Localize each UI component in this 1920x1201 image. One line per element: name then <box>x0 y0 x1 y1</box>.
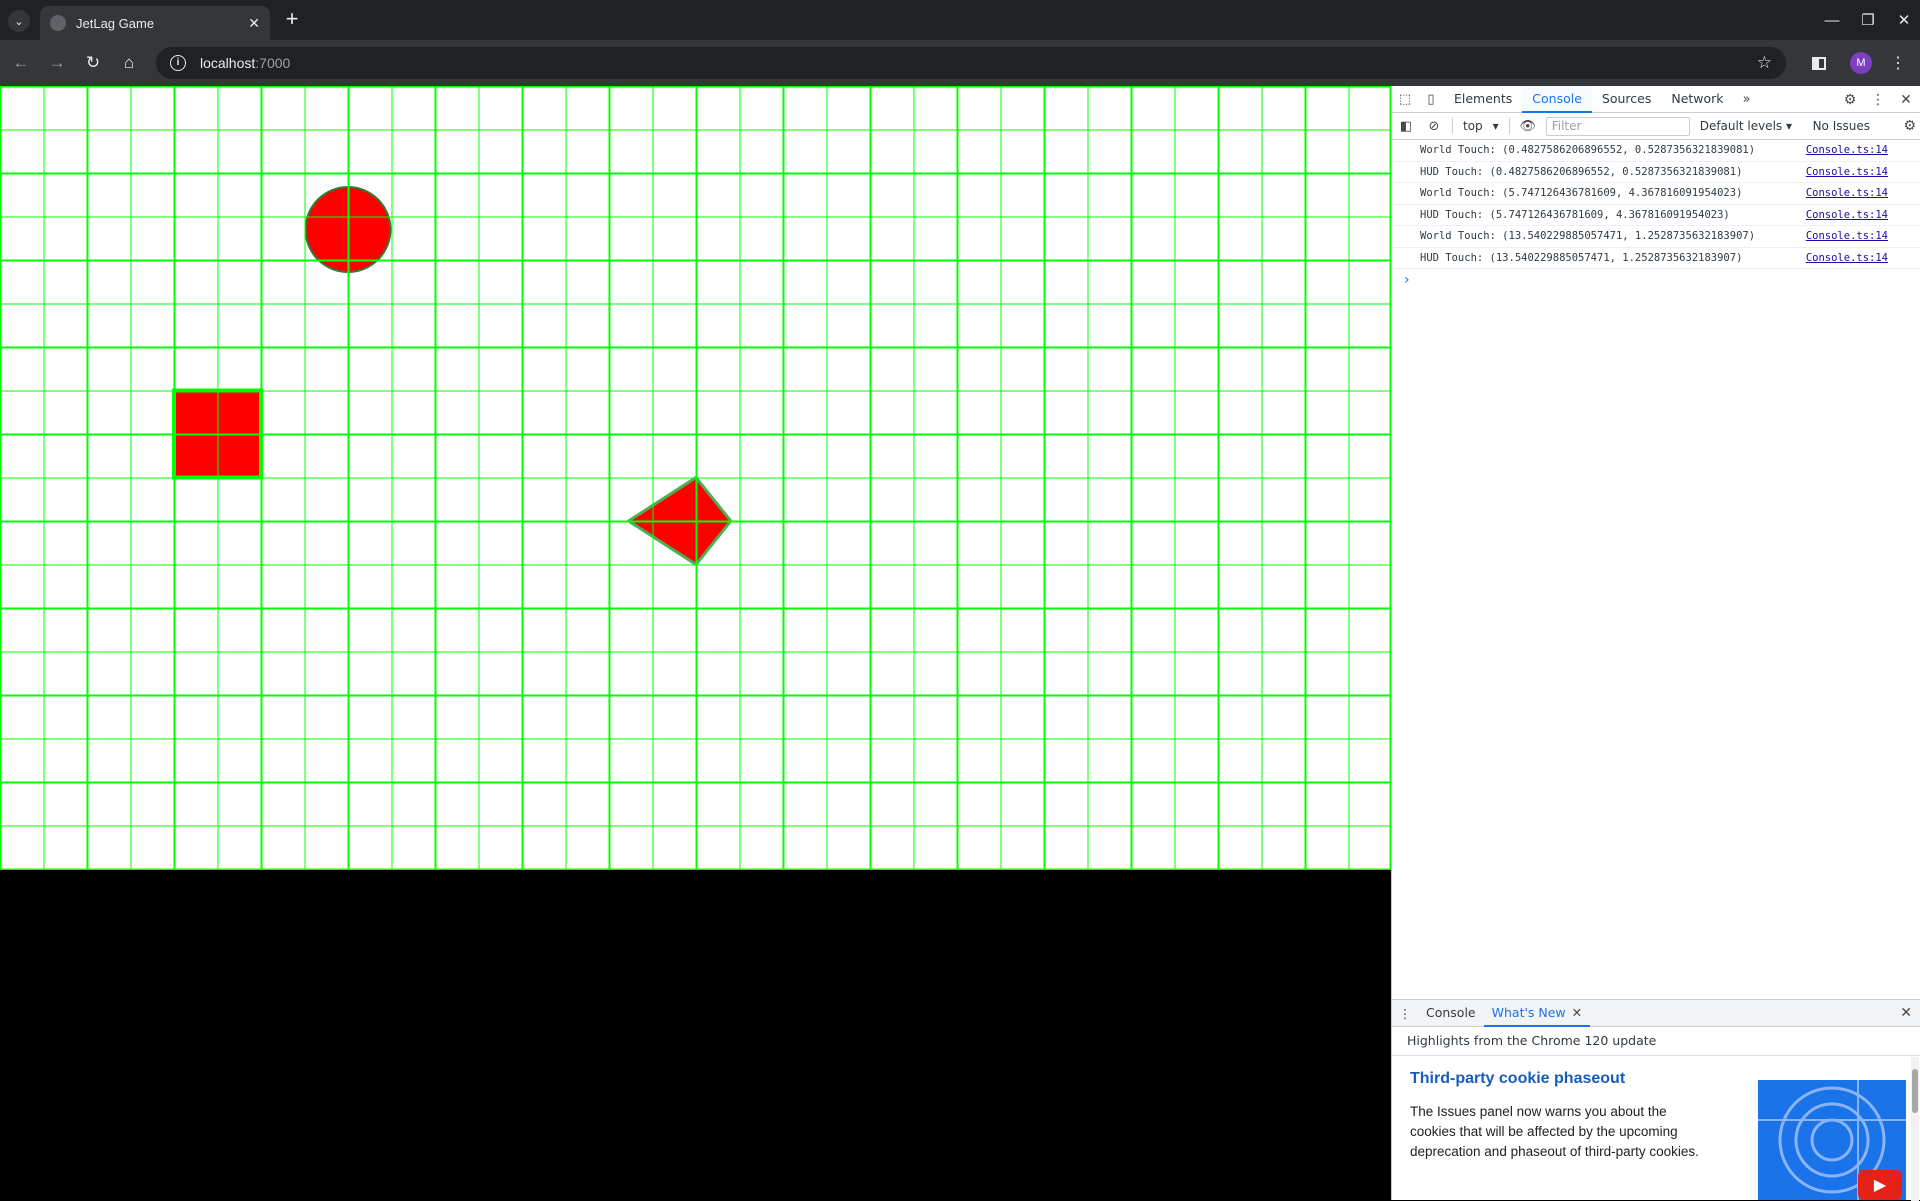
drawer-tab-whats-new-label: What's New <box>1491 1004 1566 1020</box>
browser-titlebar: ⌄ JetLag Game ✕ + — ❐ ✕ <box>0 0 1920 40</box>
console-message-text: HUD Touch: (0.4827586206896552, 0.528735… <box>1420 165 1743 178</box>
close-icon[interactable]: ✕ <box>248 15 260 32</box>
console-message: World Touch: (13.540229885057471, 1.2528… <box>1392 226 1920 248</box>
console-source-link[interactable]: Console.ts:14 <box>1806 252 1888 264</box>
browser-toolbar: ← → ↻ ⌂ i localhost :7000 ☆ M ⋮ <box>0 40 1920 86</box>
devtools-close-icon[interactable]: ✕ <box>1892 92 1920 108</box>
chevron-down-icon: ▾ <box>1492 119 1499 133</box>
drawer-tabbar: ⋮ Console What's New ✕ ✕ <box>1392 1000 1920 1027</box>
context-select[interactable]: top ▾ <box>1457 119 1505 133</box>
youtube-play-icon[interactable]: ▶ <box>1858 1170 1902 1200</box>
console-message: World Touch: (5.747126436781609, 4.36781… <box>1392 183 1920 205</box>
settings-icon[interactable]: ⚙ <box>1836 92 1864 108</box>
filter-input[interactable]: Filter <box>1545 116 1690 136</box>
tab-search-icon[interactable]: ⌄ <box>8 10 30 32</box>
console-toolbar: ◧ ⊘ top ▾ 👁 Filter Default levels ▾ No I… <box>1392 113 1920 140</box>
log-levels-label: Default levels <box>1699 119 1783 133</box>
browser-tab[interactable]: JetLag Game ✕ <box>40 6 270 40</box>
side-panel-icon[interactable] <box>1812 56 1826 70</box>
new-tab-button[interactable]: + <box>280 8 304 32</box>
console-message-text: HUD Touch: (5.747126436781609, 4.3678160… <box>1420 208 1730 221</box>
console-message-text: World Touch: (5.747126436781609, 4.36781… <box>1420 187 1743 200</box>
context-value: top <box>1463 119 1483 133</box>
log-levels-select[interactable]: Default levels ▾ <box>1700 119 1792 133</box>
game-viewport[interactable] <box>0 86 1391 1200</box>
whats-new-body: Third-party cookie phaseout The Issues p… <box>1392 1056 1920 1200</box>
tab-network[interactable]: Network <box>1661 86 1733 113</box>
profile-avatar[interactable]: M <box>1850 52 1872 74</box>
window-controls: — ❐ ✕ <box>1812 0 1920 40</box>
device-toolbar-icon[interactable]: ▯ <box>1418 92 1444 107</box>
back-icon[interactable]: ← <box>10 52 32 74</box>
address-bar[interactable]: i localhost :7000 ☆ <box>156 47 1786 79</box>
drawer-menu-icon[interactable]: ⋮ <box>1392 1006 1418 1021</box>
whats-new-header: Highlights from the Chrome 120 update <box>1392 1027 1920 1056</box>
console-message-text: World Touch: (13.540229885057471, 1.2528… <box>1420 230 1756 243</box>
tab-elements[interactable]: Elements <box>1444 86 1522 113</box>
drawer-tab-console[interactable]: Console <box>1418 1000 1484 1027</box>
drawer-tab-whats-new[interactable]: What's New ✕ <box>1483 1000 1591 1027</box>
console-message-text: World Touch: (0.4827586206896552, 0.5287… <box>1420 144 1756 157</box>
globe-icon <box>50 15 66 31</box>
console-message: HUD Touch: (0.4827586206896552, 0.528735… <box>1392 162 1920 183</box>
video-thumbnail[interactable]: ▶ <box>1758 1080 1906 1200</box>
drawer-scrollbar[interactable] <box>1911 1057 1919 1201</box>
console-source-link[interactable]: Console.ts:14 <box>1806 187 1888 199</box>
devtools-panel: ⬚ ▯ Elements Console Sources Network » ⚙… <box>1391 85 1920 1201</box>
drawer-close-icon[interactable]: ✕ <box>1900 1005 1912 1021</box>
console-message: HUD Touch: (13.540229885057471, 1.252873… <box>1392 248 1920 269</box>
console-source-link[interactable]: Console.ts:14 <box>1806 166 1888 178</box>
console-settings-icon[interactable]: ⚙ <box>1903 118 1916 134</box>
console-prompt[interactable]: › <box>1392 269 1920 291</box>
window-close-icon[interactable]: ✕ <box>1888 11 1920 29</box>
console-message: World Touch: (0.4827586206896552, 0.5287… <box>1392 140 1920 162</box>
customize-menu-icon[interactable]: ⋮ <box>1864 92 1892 108</box>
home-icon[interactable]: ⌂ <box>118 52 140 74</box>
sidebar-toggle-icon[interactable]: ◧ <box>1392 119 1420 134</box>
reload-icon[interactable]: ↻ <box>82 52 104 74</box>
tab-console[interactable]: Console <box>1522 85 1592 113</box>
divider <box>1452 118 1453 134</box>
browser-menu-icon[interactable]: ⋮ <box>1890 53 1906 73</box>
divider <box>1508 118 1510 134</box>
url-host: localhost <box>200 55 256 71</box>
live-expression-eye-icon[interactable]: 👁 <box>1514 119 1542 134</box>
site-info-icon[interactable]: i <box>170 55 186 71</box>
inspect-element-icon[interactable]: ⬚ <box>1392 92 1418 107</box>
console-source-link[interactable]: Console.ts:14 <box>1806 209 1888 221</box>
forward-icon[interactable]: → <box>46 52 68 74</box>
console-message-text: HUD Touch: (13.540229885057471, 1.252873… <box>1420 251 1743 264</box>
tab-title: JetLag Game <box>76 15 155 31</box>
bookmark-star-icon[interactable]: ☆ <box>1757 53 1772 73</box>
restore-icon[interactable]: ❐ <box>1852 11 1884 29</box>
tab-sources[interactable]: Sources <box>1592 86 1661 113</box>
more-tabs-icon[interactable]: » <box>1734 92 1760 107</box>
console-source-link[interactable]: Console.ts:14 <box>1806 230 1888 242</box>
clear-console-icon[interactable]: ⊘ <box>1420 119 1448 134</box>
console-message: HUD Touch: (5.747126436781609, 4.3678160… <box>1392 205 1920 226</box>
devtools-tabbar: ⬚ ▯ Elements Console Sources Network » ⚙… <box>1392 85 1920 113</box>
close-icon[interactable]: ✕ <box>1572 1005 1582 1020</box>
url-port: :7000 <box>255 55 291 71</box>
minimize-icon[interactable]: — <box>1816 12 1848 29</box>
console-messages: World Touch: (0.4827586206896552, 0.5287… <box>1392 140 1920 269</box>
whats-new-text: The Issues panel now warns you about the… <box>1410 1104 1699 1159</box>
game-canvas[interactable] <box>0 86 1391 870</box>
toolbar-right: M ⋮ <box>1798 48 1914 78</box>
scrollbar-thumb[interactable] <box>1912 1069 1918 1113</box>
issues-counter[interactable]: No Issues <box>1813 119 1870 133</box>
devtools-drawer: ⋮ Console What's New ✕ ✕ Highlights from … <box>1392 999 1920 1201</box>
console-source-link[interactable]: Console.ts:14 <box>1806 144 1888 156</box>
